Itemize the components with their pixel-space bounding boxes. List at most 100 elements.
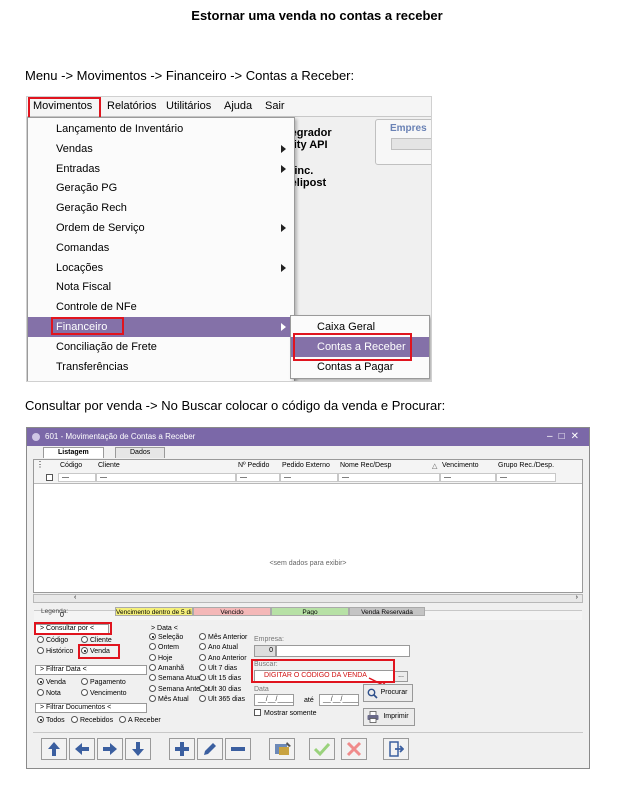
radio-historico-dot[interactable] (37, 647, 44, 654)
radio-doc-recebidos-dot[interactable] (71, 716, 78, 723)
radio-data-vencimento[interactable]: Vencimento (81, 689, 127, 698)
radio-data-option[interactable]: Hoje (149, 653, 172, 663)
radio-data-option-dot[interactable] (149, 643, 156, 651)
col-codigo[interactable]: Código (60, 462, 82, 469)
radio-data-nota[interactable]: Nota (37, 689, 61, 698)
maximize-icon[interactable]: □ (559, 431, 571, 442)
radio-data-option-dot[interactable] (199, 663, 206, 671)
empresa-name-field[interactable] (276, 645, 410, 657)
radio-data-option[interactable]: Amanhã (149, 663, 184, 673)
col-pedido-externo[interactable]: Pedido Externo (282, 462, 330, 469)
radio-historico[interactable]: Histórico (37, 647, 73, 656)
dropdown-item[interactable]: Vendas (28, 139, 294, 159)
filter-numero-pedido[interactable]: — (236, 473, 280, 482)
select-all-checkbox[interactable] (46, 474, 53, 481)
minimize-icon[interactable]: – (547, 431, 559, 442)
dropdown-item[interactable]: Geração PG (28, 178, 294, 198)
radio-data-nota-dot[interactable] (37, 689, 44, 696)
cancel-button[interactable] (341, 738, 367, 760)
radio-data-option-dot[interactable] (149, 653, 156, 661)
grid-options-icon[interactable]: ⋮ (36, 460, 44, 469)
dropdown-item[interactable]: Locações (28, 258, 294, 278)
radio-data-option[interactable]: Ano Anterior (199, 653, 247, 663)
mostrar-somente-checkbox[interactable]: Mostrar somente (254, 709, 317, 718)
radio-doc-a-receber-dot[interactable] (119, 716, 126, 723)
filter-pedido-externo[interactable]: — (280, 473, 338, 482)
date-to-field[interactable]: __/__/____ (319, 694, 359, 706)
radio-data-option-dot[interactable] (199, 684, 206, 692)
radio-data-option[interactable]: Ult 7 dias (199, 663, 237, 673)
move-down-button[interactable] (125, 738, 151, 760)
radio-doc-todos[interactable]: Todos (37, 716, 65, 725)
menu-ajuda[interactable]: Ajuda (224, 100, 252, 112)
radio-cliente-dot[interactable] (81, 636, 88, 643)
dropdown-item[interactable]: Entradas (28, 159, 294, 179)
empresa-code-field[interactable]: 0 (254, 645, 276, 657)
filter-codigo[interactable]: — (58, 473, 96, 482)
dropdown-item[interactable]: Geração Rech (28, 198, 294, 218)
move-left-button[interactable] (69, 738, 95, 760)
confirm-button[interactable] (309, 738, 335, 760)
filter-vencimento[interactable]: — (440, 473, 496, 482)
exit-button[interactable] (383, 738, 409, 760)
dropdown-item[interactable]: Transferências (28, 357, 294, 377)
col-nome-rec-desp[interactable]: Nome Rec/Desp (340, 462, 391, 469)
radio-data-option[interactable]: Mês Anterior (199, 633, 247, 642)
radio-data-option-dot[interactable] (199, 674, 206, 682)
radio-doc-a-receber[interactable]: A Receber (119, 716, 161, 725)
radio-data-option-dot[interactable] (149, 694, 156, 702)
radio-data-option[interactable]: Ult 30 dias (199, 684, 241, 694)
menu-sair[interactable]: Sair (265, 100, 285, 112)
procurar-button[interactable]: Procurar (363, 684, 413, 702)
radio-data-option-dot[interactable] (199, 653, 206, 661)
col-grupo-rec-desp[interactable]: Grupo Rec./Desp. (498, 462, 554, 469)
filtrar-documentos-header[interactable]: > Filtrar Documentos < (35, 703, 147, 713)
move-right-button[interactable] (97, 738, 123, 760)
radio-doc-todos-dot[interactable] (37, 716, 44, 723)
delete-button[interactable] (225, 738, 251, 760)
radio-codigo[interactable]: Código (37, 636, 68, 645)
dropdown-item[interactable]: Ordem de Serviço (28, 218, 294, 238)
radio-data-option[interactable]: Ult 365 dias (199, 694, 245, 704)
horizontal-scrollbar[interactable]: ‹ › (33, 594, 583, 603)
mostrar-somente-box[interactable] (254, 709, 261, 716)
dropdown-item[interactable]: Conciliação de Frete (28, 337, 294, 357)
dropdown-item[interactable]: Nota Fiscal (28, 277, 294, 297)
radio-data-venda-dot[interactable] (37, 678, 44, 685)
tools-button[interactable] (269, 738, 295, 760)
radio-data-option-dot[interactable] (149, 663, 156, 671)
radio-data-option[interactable]: Ult 15 dias (199, 674, 241, 683)
menu-utilitarios[interactable]: Utilitários (166, 100, 211, 112)
radio-data-vencimento-dot[interactable] (81, 689, 88, 696)
filter-grupo-rec-desp[interactable]: — (496, 473, 556, 482)
col-cliente[interactable]: Cliente (98, 462, 120, 469)
close-icon[interactable]: ✕ (571, 431, 585, 442)
radio-data-option[interactable]: Ontem (149, 643, 179, 652)
col-numero-pedido[interactable]: Nº Pedido (238, 462, 269, 469)
edit-button[interactable] (197, 738, 223, 760)
radio-data-option[interactable]: Seleção (149, 633, 183, 642)
radio-data-option-dot[interactable] (199, 694, 206, 702)
radio-data-option-dot[interactable] (199, 633, 206, 640)
buscar-lookup-button[interactable]: ... (394, 671, 408, 682)
tab-listagem[interactable]: Listagem (43, 447, 104, 458)
date-from-field[interactable]: __/__/____ (254, 694, 294, 706)
filter-nome-rec-desp[interactable]: — (338, 473, 440, 482)
radio-data-option-dot[interactable] (149, 633, 156, 640)
move-up-button[interactable] (41, 738, 67, 760)
filtrar-data-header[interactable]: > Filtrar Data < (35, 665, 147, 675)
scroll-right-icon[interactable]: › (576, 594, 578, 601)
scroll-left-icon[interactable]: ‹ (74, 594, 76, 601)
imprimir-button[interactable]: Imprimir (363, 708, 415, 726)
col-vencimento[interactable]: Vencimento (442, 462, 479, 469)
radio-data-option[interactable]: Semana Atual (149, 674, 202, 683)
filter-cliente[interactable]: — (96, 473, 236, 482)
dropdown-item[interactable]: Lançamento de Inventário (28, 119, 294, 139)
dropdown-item[interactable]: Comandas (28, 238, 294, 258)
radio-data-option[interactable]: Ano Atual (199, 643, 238, 652)
tab-dados[interactable]: Dados (115, 447, 166, 458)
radio-data-pagamento-dot[interactable] (81, 678, 88, 685)
radio-codigo-dot[interactable] (37, 636, 44, 643)
add-button[interactable] (169, 738, 195, 760)
radio-data-option-dot[interactable] (149, 674, 156, 682)
